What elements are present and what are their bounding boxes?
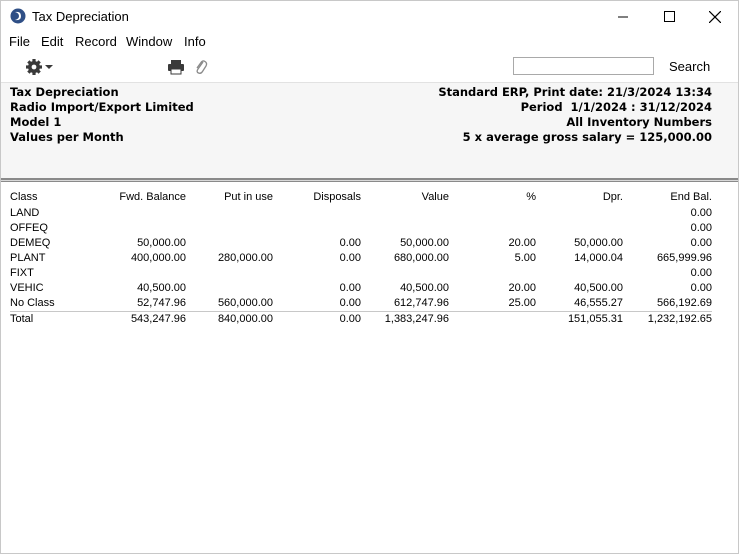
cell-disposals: 0.00: [339, 282, 361, 294]
col-header-fwd-balance: Fwd. Balance: [119, 191, 186, 203]
cell-end-bal: 566,192.69: [656, 297, 712, 309]
total-dpr: 151,055.31: [567, 313, 623, 325]
table-row[interactable]: LAND 0.00: [1, 207, 738, 222]
salary-limit: 5 x average gross salary = 125,000.00: [462, 130, 712, 144]
total-fwd-balance: 543,247.96: [130, 313, 186, 325]
app-logo-icon: [10, 8, 26, 24]
cell-disposals: 0.00: [339, 252, 361, 264]
title-bar[interactable]: Tax Depreciation: [1, 1, 738, 32]
printer-icon[interactable]: [167, 59, 185, 75]
table-row[interactable]: FIXT 0.00: [1, 267, 738, 282]
cell-disposals: 0.00: [339, 297, 361, 309]
report-header: Tax Depreciation Radio Import/Export Lim…: [1, 83, 738, 179]
cell-end-bal: 665,999.96: [656, 252, 712, 264]
cell-percent: 25.00: [508, 297, 536, 309]
cell-class: FIXT: [10, 267, 34, 279]
cell-class: PLANT: [10, 252, 46, 264]
table-row[interactable]: VEHIC 40,500.00 0.00 40,500.00 20.00 40,…: [1, 282, 738, 297]
toolbar: Search: [1, 52, 738, 83]
paperclip-icon[interactable]: [194, 58, 208, 76]
col-header-percent: %: [526, 191, 536, 203]
total-separator-line: [10, 311, 712, 312]
cell-fwd-balance: 52,747.96: [137, 297, 186, 309]
cell-disposals: 0.00: [339, 237, 361, 249]
close-icon: [709, 10, 721, 23]
close-button[interactable]: [692, 1, 738, 32]
cell-value: 612,747.96: [393, 297, 449, 309]
maximize-button[interactable]: [646, 1, 692, 32]
cell-end-bal: 0.00: [690, 282, 712, 294]
model-label: Model 1: [10, 115, 62, 129]
table-row[interactable]: OFFEQ 0.00: [1, 222, 738, 237]
cell-fwd-balance: 50,000.00: [137, 237, 186, 249]
cell-end-bal: 0.00: [690, 207, 712, 219]
table-row[interactable]: PLANT 400,000.00 280,000.00 0.00 680,000…: [1, 252, 738, 267]
print-date: Standard ERP, Print date: 21/3/2024 13:3…: [438, 85, 712, 99]
cell-fwd-balance: 40,500.00: [137, 282, 186, 294]
report-title: Tax Depreciation: [10, 85, 119, 99]
company-name: Radio Import/Export Limited: [10, 100, 194, 114]
cell-value: 50,000.00: [400, 237, 449, 249]
cell-dpr: 50,000.00: [574, 237, 623, 249]
search-button[interactable]: Search: [669, 59, 710, 74]
col-header-put-in-use: Put in use: [224, 191, 273, 203]
total-disposals: 0.00: [339, 313, 361, 325]
maximize-icon: [663, 11, 675, 22]
values-label: Values per Month: [10, 130, 124, 144]
menu-record[interactable]: Record: [75, 34, 117, 49]
menu-bar: File Edit Record Window Info: [1, 32, 738, 52]
cell-dpr: 14,000.04: [574, 252, 623, 264]
cell-percent: 20.00: [508, 282, 536, 294]
col-header-value: Value: [421, 191, 449, 203]
table-row[interactable]: No Class 52,747.96 560,000.00 0.00 612,7…: [1, 297, 738, 312]
cell-class: No Class: [10, 297, 55, 309]
table-header-row: Class Fwd. Balance Put in use Disposals …: [1, 191, 738, 206]
cell-put-in-use: 560,000.00: [217, 297, 273, 309]
cell-end-bal: 0.00: [690, 237, 712, 249]
menu-window[interactable]: Window: [126, 34, 172, 49]
col-header-end-bal: End Bal.: [670, 191, 712, 203]
total-value: 1,383,247.96: [384, 313, 449, 325]
minimize-icon: [618, 16, 628, 17]
cell-end-bal: 0.00: [690, 222, 712, 234]
total-label: Total: [10, 313, 34, 325]
cell-fwd-balance: 400,000.00: [130, 252, 186, 264]
cell-dpr: 40,500.00: [574, 282, 623, 294]
cell-class: LAND: [10, 207, 40, 219]
cell-end-bal: 0.00: [690, 267, 712, 279]
cell-put-in-use: 280,000.00: [217, 252, 273, 264]
total-end-bal: 1,232,192.65: [647, 313, 712, 325]
menu-file[interactable]: File: [9, 34, 30, 49]
cell-value: 40,500.00: [400, 282, 449, 294]
col-header-class: Class: [10, 191, 38, 203]
col-header-dpr: Dpr.: [602, 191, 623, 203]
cell-class: VEHIC: [10, 282, 44, 294]
menu-info[interactable]: Info: [184, 34, 206, 49]
inventory-numbers: All Inventory Numbers: [566, 115, 712, 129]
search-input[interactable]: [513, 57, 654, 75]
total-put-in-use: 840,000.00: [217, 313, 273, 325]
table-total-row[interactable]: Total 543,247.96 840,000.00 0.00 1,383,2…: [1, 313, 738, 328]
minimize-button[interactable]: [600, 1, 646, 32]
cell-percent: 5.00: [514, 252, 536, 264]
cell-class: OFFEQ: [10, 222, 48, 234]
cell-dpr: 46,555.27: [574, 297, 623, 309]
gear-icon[interactable]: [25, 58, 55, 76]
app-window: Tax Depreciation File Edit Record Window…: [0, 0, 739, 554]
header-separator: [1, 178, 738, 182]
menu-edit[interactable]: Edit: [41, 34, 63, 49]
window-title: Tax Depreciation: [32, 9, 129, 24]
cell-value: 680,000.00: [393, 252, 449, 264]
cell-class: DEMEQ: [10, 237, 51, 249]
col-header-disposals: Disposals: [313, 191, 361, 203]
table-row[interactable]: DEMEQ 50,000.00 0.00 50,000.00 20.00 50,…: [1, 237, 738, 252]
period: Period 1/1/2024 : 31/12/2024: [520, 100, 712, 114]
cell-percent: 20.00: [508, 237, 536, 249]
